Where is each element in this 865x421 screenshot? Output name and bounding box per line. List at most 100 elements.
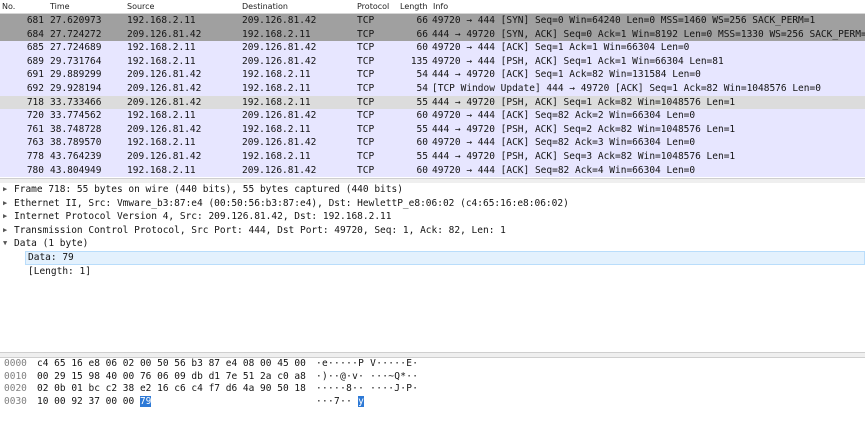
packet-row[interactable]: 761 38.748728 209.126.81.42 192.168.2.11 TCP… (0, 122, 865, 137)
col-time[interactable]: Time (50, 2, 70, 11)
col-source[interactable]: Source (127, 2, 154, 11)
col-destination[interactable]: Destination (242, 2, 288, 11)
packet-rows: 681 27.620973 192.168.2.11 209.126.81.42 TCP… (0, 14, 865, 178)
packet-time: 38.789570 (50, 137, 102, 149)
packet-length: 54 (416, 69, 428, 81)
detail-tree-item[interactable]: ▶ Transmission Control Protocol, Src Port… (0, 224, 865, 238)
packet-destination: 209.126.81.42 (242, 110, 317, 122)
packet-no: 778 (26, 150, 44, 162)
detail-tree-item[interactable]: ▶ Internet Protocol Version 4, Src: 209.1… (0, 210, 865, 224)
packet-row[interactable]: 778 43.764239 209.126.81.42 192.168.2.11 TCP… (0, 149, 865, 164)
packet-no: 718 (26, 96, 44, 108)
ascii-bytes[interactable]: ···7·· y (316, 395, 365, 409)
packet-length: 66 (416, 28, 428, 40)
packet-info: 49720 → 444 [ACK] Seq=82 Ack=4 Win=66304… (432, 164, 696, 176)
bytes-row[interactable]: 0020 02 0b 01 bc c2 38 e2 16 c6 c4 f7 d6 … (0, 383, 865, 396)
packet-destination: 192.168.2.11 (242, 69, 311, 81)
packet-row[interactable]: 692 29.928194 209.126.81.42 192.168.2.11 TCP… (0, 81, 865, 96)
packet-no: 684 (26, 28, 44, 40)
packet-destination: 209.126.81.42 (242, 15, 317, 26)
col-info[interactable]: Info (433, 2, 448, 11)
col-no[interactable]: No. (2, 2, 15, 11)
packet-row[interactable]: 720 33.774562 192.168.2.11 209.126.81.42 TCP… (0, 109, 865, 123)
packet-source: 192.168.2.11 (127, 55, 196, 67)
ascii-bytes[interactable]: ·)··@·v· ···~Q*·· (316, 371, 418, 384)
packet-info: 444 → 49720 [PSH, ACK] Seq=1 Ack=82 Win=… (432, 96, 736, 108)
bytes-row[interactable]: 0030 10 00 92 37 00 00 79 ···7·· y (0, 395, 865, 409)
packet-destination: 209.126.81.42 (242, 164, 317, 176)
packet-row[interactable]: 689 29.731764 192.168.2.11 209.126.81.42 TCP… (0, 54, 865, 69)
packet-length: 60 (416, 164, 428, 176)
detail-field[interactable]: Data: 79 (25, 250, 865, 265)
packet-row[interactable]: 718 33.733466 209.126.81.42 192.168.2.11 TCP… (0, 95, 865, 110)
detail-tree-item[interactable]: ▶ Ethernet II, Src: Vmware_b3:87:e4 (00:5… (0, 197, 865, 211)
triangle-right-icon[interactable]: ▶ (3, 210, 7, 224)
packet-source: 192.168.2.11 (127, 164, 196, 176)
packet-protocol: TCP (357, 69, 375, 81)
packet-info: 444 → 49720 [ACK] Seq=1 Ack=82 Win=13158… (432, 69, 701, 81)
packet-time: 43.764239 (50, 150, 102, 162)
bytes-row[interactable]: 0010 00 29 15 98 40 00 76 06 09 db d1 7e … (0, 371, 865, 384)
packet-protocol: TCP (357, 123, 375, 135)
packet-source: 209.126.81.42 (127, 123, 202, 135)
packet-time: 27.724689 (50, 42, 102, 54)
col-length[interactable]: Length (400, 2, 428, 11)
hex-bytes[interactable]: c4 65 16 e8 06 02 00 50 56 b3 87 e4 08 0… (37, 358, 306, 371)
packet-bytes-pane[interactable]: 0000 c4 65 16 e8 06 02 00 50 56 b3 87 e4 … (0, 358, 865, 421)
packet-details-pane[interactable]: ▶ Frame 718: 55 bytes on wire (440 bits),… (0, 183, 865, 351)
detail-field[interactable]: [Length: 1] (0, 265, 865, 279)
detail-tree-item[interactable]: ▼ Data (1 byte) (0, 237, 865, 251)
triangle-down-icon[interactable]: ▼ (3, 237, 7, 251)
packet-length: 55 (416, 96, 428, 108)
packet-row[interactable]: 780 43.804949 192.168.2.11 209.126.81.42 TCP… (0, 163, 865, 178)
triangle-right-icon[interactable]: ▶ (3, 224, 7, 238)
col-protocol[interactable]: Protocol (357, 2, 389, 11)
packet-info: 444 → 49720 [PSH, ACK] Seq=3 Ack=82 Win=… (432, 150, 736, 162)
packet-info: 49720 → 444 [ACK] Seq=1 Ack=1 Win=66304 … (432, 42, 690, 54)
detail-text: Data: 79 (28, 251, 74, 263)
packet-source: 192.168.2.11 (127, 42, 196, 54)
packet-protocol: TCP (357, 82, 375, 94)
packet-row[interactable]: 681 27.620973 192.168.2.11 209.126.81.42 TCP… (0, 14, 865, 28)
packet-destination: 209.126.81.42 (242, 55, 317, 67)
ascii-bytes[interactable]: ·e·····P V·····E· (316, 358, 418, 371)
packet-no: 720 (26, 110, 44, 122)
selected-ascii-byte[interactable]: y (358, 395, 365, 407)
triangle-right-icon[interactable]: ▶ (3, 197, 7, 211)
packet-time: 29.731764 (50, 55, 102, 67)
packet-info: [TCP Window Update] 444 → 49720 [ACK] Se… (432, 82, 821, 94)
packet-protocol: TCP (357, 42, 375, 54)
hex-bytes[interactable]: 02 0b 01 bc c2 38 e2 16 c6 c4 f7 d6 4a 9… (37, 383, 306, 396)
packet-row[interactable]: 685 27.724689 192.168.2.11 209.126.81.42 TCP… (0, 41, 865, 55)
selected-hex-byte[interactable]: 79 (139, 395, 152, 407)
packet-row[interactable]: 763 38.789570 192.168.2.11 209.126.81.42 TCP… (0, 136, 865, 150)
packet-length: 55 (416, 123, 428, 135)
packet-no: 761 (26, 123, 44, 135)
packet-info: 49720 → 444 [PSH, ACK] Seq=1 Ack=1 Win=6… (432, 55, 724, 67)
hex-bytes[interactable]: 10 00 92 37 00 00 79 (37, 395, 152, 409)
packet-info: 49720 → 444 [ACK] Seq=82 Ack=3 Win=66304… (432, 137, 696, 149)
hex-bytes[interactable]: 00 29 15 98 40 00 76 06 09 db d1 7e 51 2… (37, 371, 306, 384)
packet-destination: 209.126.81.42 (242, 137, 317, 149)
packet-time: 33.733466 (50, 96, 102, 108)
packet-row[interactable]: 684 27.724272 209.126.81.42 192.168.2.11 TCP… (0, 27, 865, 42)
packet-list[interactable]: No. Time Source Destination Protocol Len… (0, 0, 865, 178)
packet-time: 29.928194 (50, 82, 102, 94)
packet-info: 49720 → 444 [SYN] Seq=0 Win=64240 Len=0 … (432, 15, 816, 26)
packet-no: 780 (26, 164, 44, 176)
bytes-row[interactable]: 0000 c4 65 16 e8 06 02 00 50 56 b3 87 e4 … (0, 358, 865, 371)
packet-no: 685 (26, 42, 44, 54)
packet-destination: 209.126.81.42 (242, 42, 317, 54)
packet-source: 192.168.2.11 (127, 110, 196, 122)
detail-text: Frame 718: 55 bytes on wire (440 bits), … (14, 184, 403, 195)
packet-row[interactable]: 691 29.889299 209.126.81.42 192.168.2.11 TCP… (0, 68, 865, 82)
packet-destination: 192.168.2.11 (242, 28, 311, 40)
ascii-bytes[interactable]: ·····8·· ····J·P· (316, 383, 418, 396)
packet-protocol: TCP (357, 28, 375, 40)
packet-destination: 192.168.2.11 (242, 150, 311, 162)
detail-tree-item[interactable]: ▶ Frame 718: 55 bytes on wire (440 bits),… (0, 183, 865, 197)
triangle-right-icon[interactable]: ▶ (3, 183, 7, 197)
packet-protocol: TCP (357, 164, 375, 176)
packet-source: 209.126.81.42 (127, 82, 202, 94)
byte-offset: 0020 (4, 383, 27, 395)
